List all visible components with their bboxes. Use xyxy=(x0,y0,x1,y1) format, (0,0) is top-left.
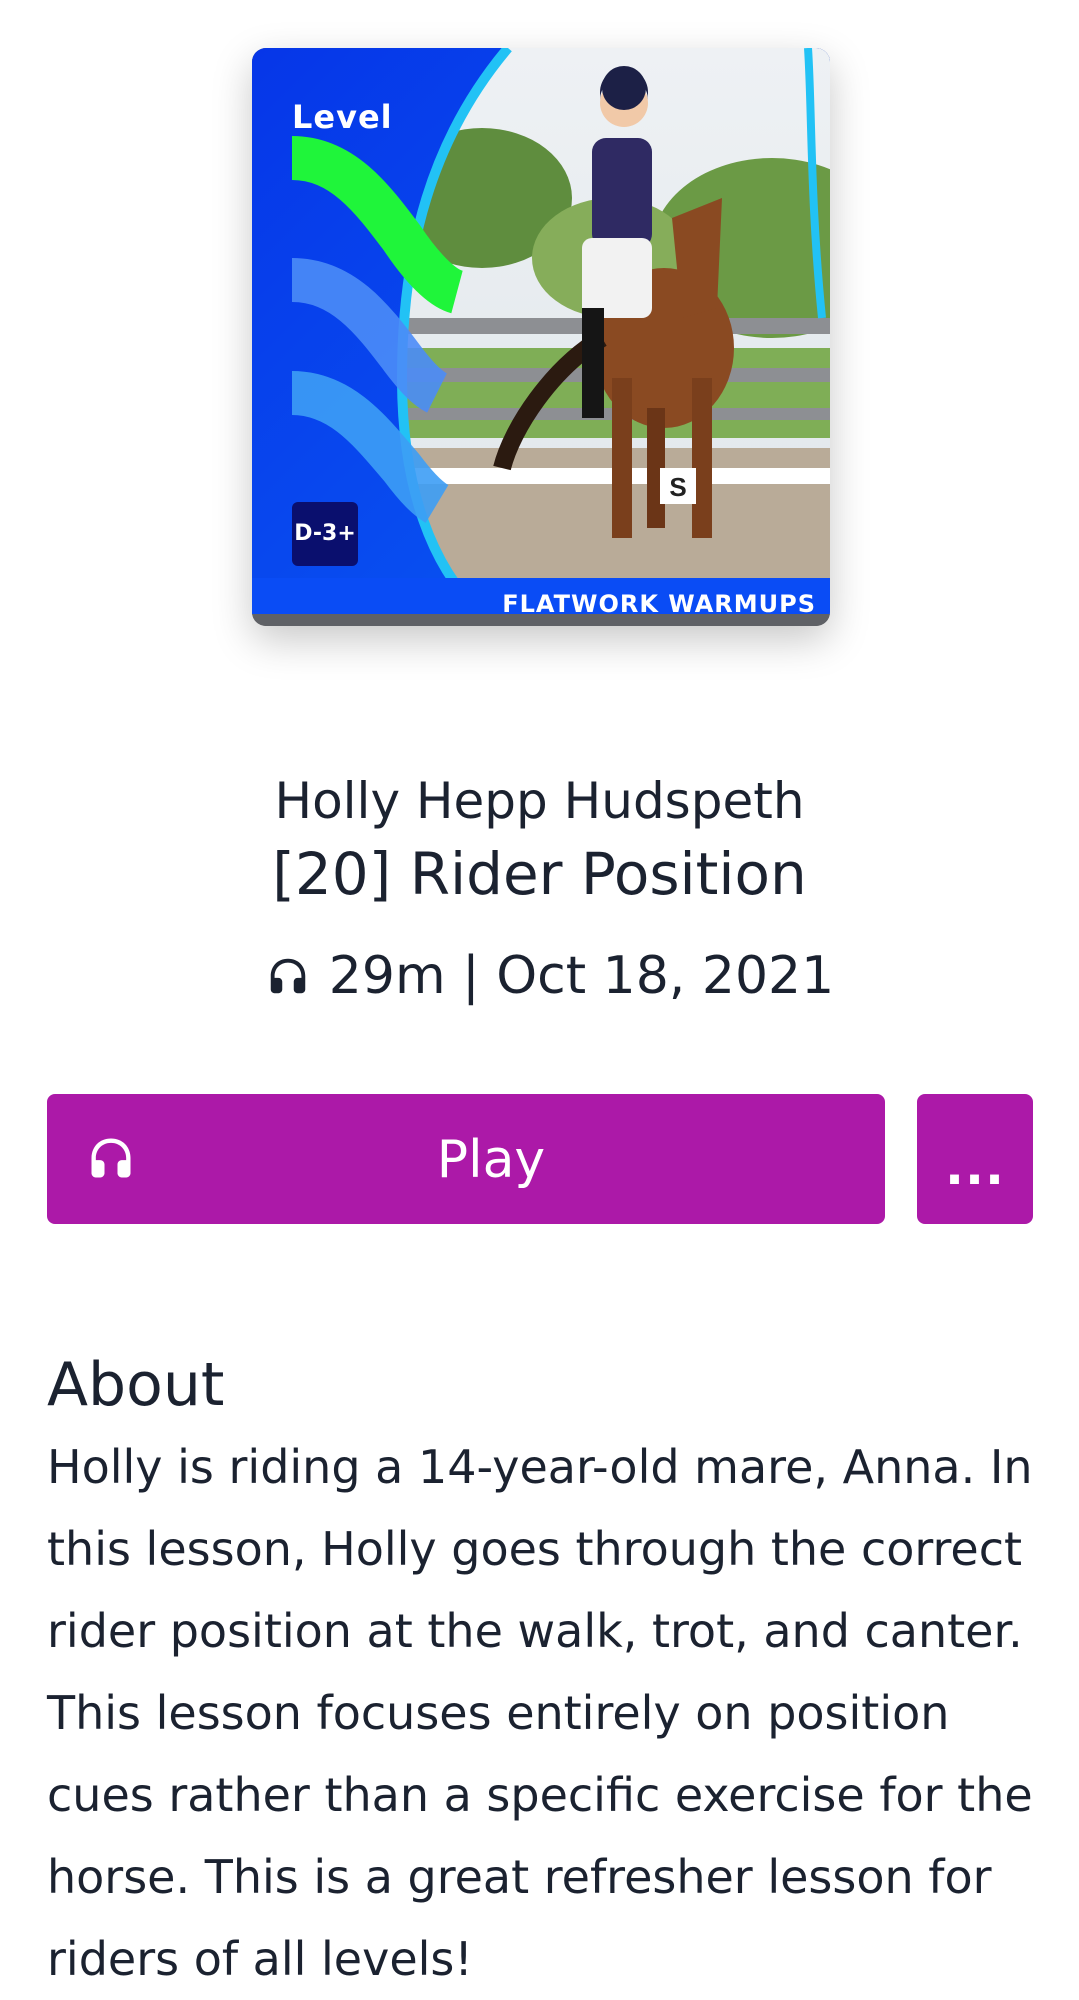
cover-art: S Level D-3+ FLATWORK WARMUPS xyxy=(252,48,830,626)
about-description: Holly is riding a 14-year-old mare, Anna… xyxy=(47,1440,1033,1986)
play-button-label: Play xyxy=(436,1130,546,1190)
play-button[interactable]: Play xyxy=(47,1094,885,1224)
more-options-label: ... xyxy=(945,1138,1005,1196)
episode-title: [20] Rider Position xyxy=(272,840,807,908)
cover-bottom-bar xyxy=(252,614,830,626)
episode-meta-text: 29m | Oct 18, 2021 xyxy=(328,946,835,1006)
cover-level-badge: D-3+ xyxy=(292,502,358,566)
cover-level-label: Level xyxy=(292,98,393,136)
headphones-icon xyxy=(270,958,306,994)
episode-author: Holly Hepp Hudspeth xyxy=(274,772,805,830)
more-options-button[interactable]: ... xyxy=(917,1094,1033,1224)
about-heading: About xyxy=(47,1350,225,1420)
episode-meta: 29m | Oct 18, 2021 xyxy=(0,946,1079,1006)
svg-text:S: S xyxy=(669,472,686,502)
